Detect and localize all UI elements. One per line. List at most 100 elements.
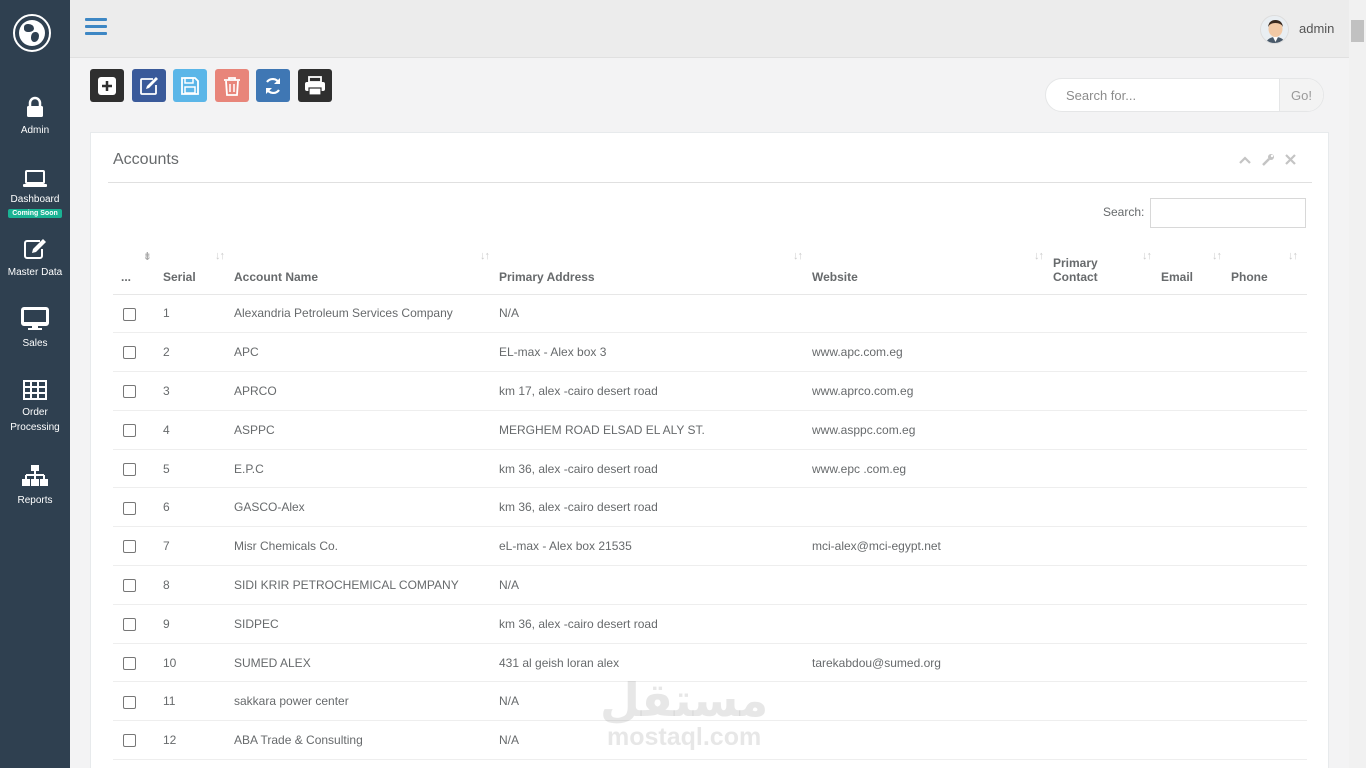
hamburger-menu-icon[interactable]: [85, 18, 107, 36]
scrollbar-thumb[interactable]: [1351, 20, 1364, 42]
website-cell: www.epc .com.eg: [812, 449, 1053, 489]
column-header-email[interactable]: ↓↑ Email: [1161, 246, 1231, 295]
row-checkbox[interactable]: [123, 617, 136, 631]
wrench-icon[interactable]: [1261, 153, 1275, 170]
collapse-chevron-up-icon[interactable]: [1239, 153, 1251, 170]
select: [113, 410, 163, 450]
row-checkbox[interactable]: [123, 423, 136, 437]
table-search-input[interactable]: [1150, 198, 1306, 228]
primary-address-cell: km 17, alex -cairo desert road: [499, 371, 812, 411]
sidebar-item-label: Admin: [20, 125, 50, 136]
serial-cell: 8: [163, 565, 234, 605]
trash-icon: [224, 76, 240, 96]
serial-cell: 9: [163, 604, 234, 644]
globe-logo-icon[interactable]: [13, 14, 51, 52]
print-button[interactable]: [298, 69, 332, 102]
delete-button[interactable]: [215, 69, 249, 102]
refresh-button[interactable]: [256, 69, 290, 102]
primary-contact-cell: [1053, 410, 1161, 450]
phone-cell: [1231, 565, 1307, 605]
sidebar-item-master-data[interactable]: Master Data: [0, 238, 70, 280]
primary-address-cell: 431 al geish loran alex: [499, 643, 812, 683]
primary-address-cell: eL-max - Alex box 21535: [499, 526, 812, 567]
select: [113, 294, 163, 334]
row-checkbox[interactable]: [123, 656, 136, 670]
website-cell: [812, 604, 1053, 644]
serial-cell: 10: [163, 643, 234, 683]
select: [113, 604, 163, 644]
panel-tools: [1239, 153, 1296, 170]
sort-icon: ⇟: [142, 251, 152, 263]
sidebar-item-order-processing[interactable]: Order Processing: [0, 380, 70, 435]
table-row[interactable]: 4 ASPPC MERGHEM ROAD ELSAD EL ALY ST. www.a…: [113, 410, 1307, 450]
column-header-select[interactable]: ⇟ ...: [113, 246, 163, 295]
table-row[interactable]: 11 sakkara power center N/A: [113, 681, 1307, 722]
column-header-primary-address[interactable]: ↓↑ Primary Address: [499, 246, 812, 295]
phone-cell: [1231, 487, 1307, 528]
table-row[interactable]: 10 SUMED ALEX 431 al geish loran alex tarek…: [113, 643, 1307, 683]
sidebar-item-sales[interactable]: Sales: [0, 307, 70, 351]
table-row[interactable]: 5 E.P.C km 36, alex -cairo desert road www.…: [113, 449, 1307, 489]
account-name-cell: ASPPC: [234, 410, 499, 450]
table-header-row: ⇟ ... ↓↑ Serial ↓↑ Account Name ↓↑ Primary …: [113, 246, 1307, 295]
page-scrollbar[interactable]: [1349, 0, 1366, 768]
sidebar-item-dashboard[interactable]: Dashboard Coming Soon: [0, 169, 70, 218]
close-icon[interactable]: [1285, 153, 1296, 170]
row-checkbox[interactable]: [123, 540, 136, 554]
column-header-website[interactable]: ↓↑ Website: [812, 246, 1053, 295]
row-checkbox[interactable]: [123, 307, 136, 321]
table-row[interactable]: 1 Alexandria Petroleum Services Company N/…: [113, 294, 1307, 334]
account-name-cell: APRCO: [234, 371, 499, 411]
table-row[interactable]: 6 GASCO-Alex km 36, alex -cairo desert roa…: [113, 487, 1307, 528]
add-button[interactable]: [90, 69, 124, 102]
edit-icon: [24, 239, 46, 259]
table-search-label: Search:: [1103, 205, 1145, 219]
serial-cell: 12: [163, 720, 234, 761]
sidebar-item-reports[interactable]: Reports: [0, 464, 70, 508]
row-checkbox[interactable]: [123, 695, 136, 709]
column-header-phone[interactable]: ↓↑ Phone: [1231, 246, 1307, 295]
phone-cell: [1231, 681, 1307, 722]
column-header-serial[interactable]: ↓↑ Serial: [163, 246, 234, 295]
refresh-icon: [266, 77, 280, 94]
avatar[interactable]: [1260, 15, 1289, 44]
row-checkbox[interactable]: [123, 462, 136, 476]
sort-icon: ↓↑: [1142, 250, 1152, 262]
email-cell: [1161, 565, 1231, 605]
column-header-primary-contact[interactable]: ↓↑ Primary Contact: [1053, 246, 1161, 295]
table-row[interactable]: 12 ABA Trade & Consulting N/A: [113, 720, 1307, 761]
row-checkbox[interactable]: [123, 501, 136, 515]
email-cell: [1161, 332, 1231, 373]
email-cell: [1161, 371, 1231, 411]
email-cell: [1161, 410, 1231, 450]
sidebar: Admin Dashboard Coming Soon Master Data …: [0, 0, 70, 768]
go-button[interactable]: Go!: [1279, 79, 1323, 111]
table-row[interactable]: 8 SIDI KRIR PETROCHEMICAL COMPANY N/A: [113, 565, 1307, 605]
primary-contact-cell: [1053, 371, 1161, 411]
sort-icon: ↓↑: [793, 250, 803, 262]
row-checkbox[interactable]: [123, 346, 136, 360]
accounts-table: ⇟ ... ↓↑ Serial ↓↑ Account Name ↓↑ Primary …: [113, 246, 1307, 761]
table-row[interactable]: 7 Misr Chemicals Co. eL-max - Alex box 215…: [113, 526, 1307, 567]
column-header-label: Serial: [163, 269, 196, 284]
primary-address-cell: km 36, alex -cairo desert road: [499, 449, 812, 489]
row-checkbox[interactable]: [123, 385, 136, 399]
primary-contact-cell: [1053, 720, 1161, 761]
search-input[interactable]: [1046, 79, 1279, 111]
sidebar-item-admin[interactable]: Admin: [0, 96, 70, 138]
row-checkbox[interactable]: [123, 734, 136, 748]
column-header-account-name[interactable]: ↓↑ Account Name: [234, 246, 499, 295]
primary-contact-cell: [1053, 332, 1161, 373]
serial-cell: 11: [163, 681, 234, 722]
table-row[interactable]: 2 APC EL-max - Alex box 3 www.apc.com.eg: [113, 332, 1307, 373]
save-button[interactable]: [173, 69, 207, 102]
edit-button[interactable]: [132, 69, 166, 102]
table-row[interactable]: 9 SIDPEC km 36, alex -cairo desert road: [113, 604, 1307, 644]
row-checkbox[interactable]: [123, 579, 136, 593]
sidebar-item-label: Master Data: [7, 267, 63, 278]
phone-cell: [1231, 294, 1307, 334]
user-name[interactable]: admin: [1299, 21, 1334, 36]
lock-icon: [27, 96, 43, 117]
serial-cell: 3: [163, 371, 234, 411]
table-row[interactable]: 3 APRCO km 17, alex -cairo desert road www.…: [113, 371, 1307, 411]
